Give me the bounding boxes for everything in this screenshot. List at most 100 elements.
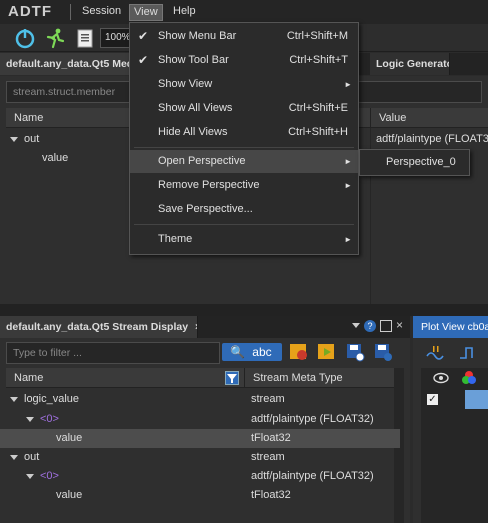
menu-separator [134,224,354,225]
tab-plot-view[interactable]: Plot View cb0a [413,316,488,338]
row-name: out [24,133,40,145]
row-type: adtf/plaintype (FLOAT32) [251,413,374,425]
menu-item-show-menu-bar[interactable]: ✔ Show Menu Bar Ctrl+Shift+M [130,25,358,48]
filter-icon[interactable] [225,371,239,385]
expand-icon[interactable] [10,396,18,402]
chevron-right-icon: ► [344,157,352,166]
row-name: <0> [40,413,59,425]
color-icon[interactable] [461,370,477,389]
row-type: adtf/plaintype (FLOAT32) [251,470,374,482]
row-type: stream [251,451,285,463]
splitter[interactable] [0,304,488,316]
menu-item-label: Hide All Views [158,126,228,138]
menu-item-shortcut: Ctrl+Shift+E [288,102,348,114]
menu-item-label: Show View [158,78,213,90]
help-icon[interactable]: ? [364,320,376,332]
search-label: abc [252,345,272,359]
dropdown-icon[interactable] [352,323,360,328]
menu-item-shortcut: Ctrl+Shift+T [289,54,348,66]
menu-item-show-view[interactable]: Show View ► [130,73,358,96]
col-name-header[interactable]: Name [6,368,244,388]
menu-item-label: Show Menu Bar [158,30,237,42]
row-name: value [56,432,83,444]
tree-row-value[interactable]: value [42,149,68,167]
menu-bar: ADTF Session View Help [0,0,488,24]
tree-row-out[interactable]: out [10,130,39,148]
float-icon[interactable] [380,320,392,332]
adtf-logo: ADTF [8,3,52,20]
tab-stream-display[interactable]: default.any_data.Qt5 Stream Display × [0,316,198,338]
stream-display-panel: Type to filter ... 🔍 abc Name Stream Met… [0,338,410,523]
close-panel-icon[interactable]: × [396,318,403,332]
trigger-icon[interactable] [457,342,479,364]
row-name: value [56,489,83,501]
tab-qt5-media[interactable]: default.any_data.Qt5 Media [0,53,132,75]
play-icon[interactable] [316,341,338,363]
stream-tab-bar: default.any_data.Qt5 Stream Display × ? … [0,316,410,338]
row-type: tFloat32 [251,489,291,501]
view-menu-dropdown: ✔ Show Menu Bar Ctrl+Shift+M ✔ Show Tool… [129,22,359,255]
stream-row-value[interactable]: value tFloat32 [0,486,400,505]
run-icon[interactable] [44,27,66,49]
tab-logic-generator[interactable]: Logic Generator [370,53,450,75]
row-name: out [24,451,40,463]
menu-item-show-tool-bar[interactable]: ✔ Show Tool Bar Ctrl+Shift+T [130,49,358,72]
menu-item-save-perspective[interactable]: Save Perspective... [130,198,358,221]
clipboard-icon[interactable] [74,27,96,49]
stream-row-value-selected[interactable]: value tFloat32 [0,429,400,448]
stream-row-logic-value[interactable]: logic_value stream [0,390,400,409]
eye-icon[interactable] [433,371,449,388]
plot-view-panel: ✓ [413,338,488,523]
menu-item-label: Remove Perspective [158,179,260,191]
menu-item-open-perspective[interactable]: Open Perspective ► [130,150,358,173]
row-type: tFloat32 [251,432,291,444]
row-name: <0> [40,470,59,482]
stream-filter-input[interactable]: Type to filter ... [6,342,220,364]
expand-icon[interactable] [26,473,34,479]
search-button[interactable]: 🔍 abc [222,343,282,361]
close-icon[interactable]: × [195,321,197,333]
stream-row-substream[interactable]: <0> adtf/plaintype (FLOAT32) [0,410,400,429]
chevron-right-icon: ► [344,235,352,244]
row-value: adtf/plaintype (FLOAT32) [376,133,488,145]
menu-session[interactable]: Session [78,4,125,21]
submenu-item-perspective-0[interactable]: Perspective_0 [386,156,456,168]
perspective-submenu: Perspective_0 [359,149,470,176]
check-icon: ✔ [138,29,149,43]
record-icon[interactable] [288,341,310,363]
menu-separator [70,4,71,20]
menu-item-label: Open Perspective [158,155,246,167]
search-icon: 🔍 [230,345,245,359]
col-type-header[interactable]: Stream Meta Type [244,368,394,388]
menu-item-label: Save Perspective... [158,203,253,215]
menu-item-shortcut: Ctrl+Shift+H [288,126,348,138]
signal-color-swatch[interactable] [465,390,488,409]
menu-item-theme[interactable]: Theme ► [130,228,358,251]
save-as-icon[interactable] [372,341,394,363]
stream-row-substream[interactable]: <0> adtf/plaintype (FLOAT32) [0,467,400,486]
save-icon[interactable] [344,341,366,363]
menu-help[interactable]: Help [169,4,200,21]
stream-row-out[interactable]: out stream [0,448,400,467]
menu-item-label: Show All Views [158,102,233,114]
value-column-header[interactable]: Value [370,108,488,128]
check-icon: ✔ [138,53,149,67]
menu-item-remove-perspective[interactable]: Remove Perspective ► [130,174,358,197]
menu-separator [134,147,354,148]
visible-checkbox[interactable]: ✓ [427,394,438,405]
chevron-right-icon: ► [344,181,352,190]
power-icon[interactable] [14,27,36,49]
expand-icon[interactable] [26,416,34,422]
row-name: logic_value [24,393,80,405]
menu-item-shortcut: Ctrl+Shift+M [286,30,348,42]
menu-item-label: Show Tool Bar [158,54,229,66]
menu-item-label: Theme [158,233,193,245]
row-type: stream [251,393,285,405]
tab-stream-display-label: default.any_data.Qt5 Stream Display [6,321,189,333]
menu-item-show-all-views[interactable]: Show All Views Ctrl+Shift+E [130,97,358,120]
menu-view[interactable]: View [129,4,163,21]
expand-icon[interactable] [10,454,18,460]
menu-item-hide-all-views[interactable]: Hide All Views Ctrl+Shift+H [130,121,358,144]
signal-icon[interactable] [425,342,447,364]
expand-icon[interactable] [10,136,18,142]
